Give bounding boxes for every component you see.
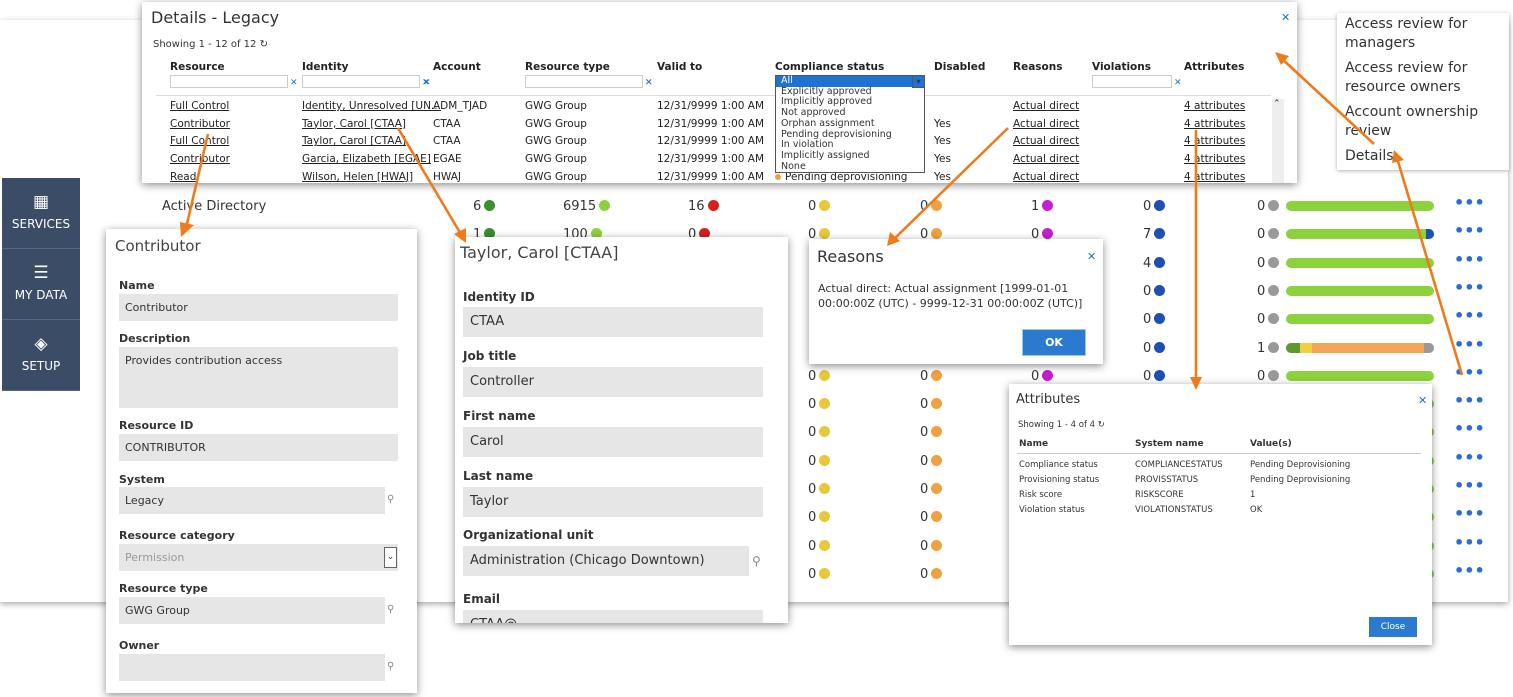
annotation-arrows xyxy=(180,52,1464,390)
